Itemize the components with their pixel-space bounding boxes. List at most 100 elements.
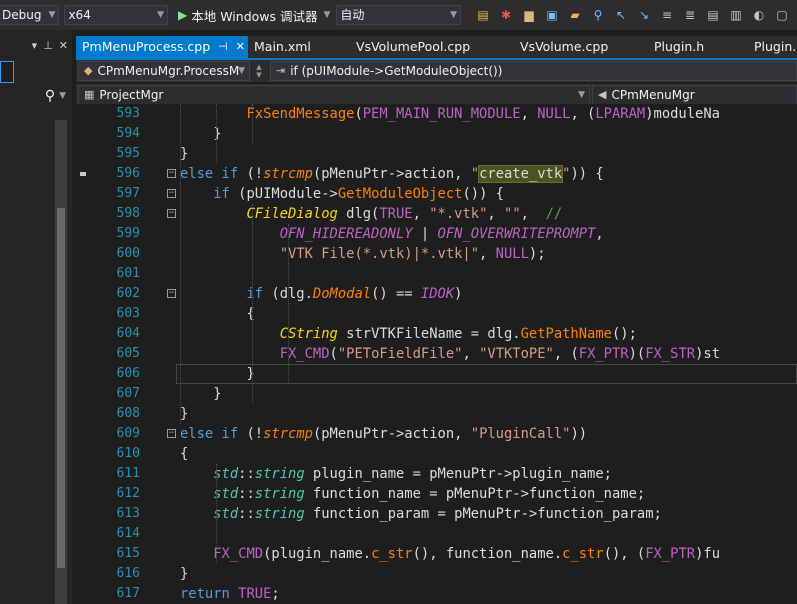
indent-guide [288,224,289,384]
navigate-back-icon[interactable]: ↖ [613,7,629,23]
uncomment-icon[interactable]: ≣ [682,7,698,23]
code-text: } [180,566,189,582]
prev-bookmark-icon[interactable]: ▤ [705,7,721,23]
open-folder-icon[interactable]: ▆ [521,7,537,23]
search-icon[interactable]: ⚲ [590,7,606,23]
chevron-down-icon: ▼ [157,10,164,20]
code-line[interactable]: 612 std::string function_name = pMenuPtr… [76,484,797,504]
next-bookmark-icon[interactable]: ▥ [728,7,744,23]
project-bar: ▦ ProjectMgr ▼ ◀ CPmMenuMgr [76,84,797,106]
save-icon[interactable]: ▣ [544,7,560,23]
code-line[interactable]: 600 "VTK File(*.vtk)|*.vtk|", NULL); [76,244,797,264]
line-number: 616 [116,566,140,581]
chevron-down-icon: ▼ [238,66,245,76]
code-line[interactable]: 595} [76,144,797,164]
fold-toggle-icon[interactable]: − [167,209,176,218]
pane-filter-input[interactable] [0,61,14,83]
code-line[interactable]: 602 − if (dlg.DoModal() == IDOK) [76,284,797,304]
member-dropdown[interactable]: ⇥ if (pUIModule->GetModuleObject()) [270,61,797,81]
line-number: 601 [116,266,140,281]
chevron-down-icon: ▼ [323,10,331,20]
tab-pmmenuprocess-cpp[interactable]: PmMenuProcess.cpp ⊣ ✕ [76,36,248,58]
code-line[interactable]: 596 − else if (!strcmp(pMenuPtr->action, "… [76,164,797,184]
tab-main-xml[interactable]: Main.xml [248,36,350,58]
chevron-up-icon[interactable]: ▲ [256,63,261,71]
run-mode-dropdown[interactable]: 自动 ▼ [336,5,461,25]
find-in-files-icon[interactable]: ▤ [475,7,491,23]
code-line[interactable]: 594 } [76,124,797,144]
code-text: std::string function_param = pMenuPtr->f… [213,506,662,522]
pin-icon[interactable]: ⊥ [43,39,53,52]
pane-scrollbar-thumb[interactable] [57,208,65,568]
play-icon: ▶ [178,8,188,22]
code-line[interactable]: 617 return TRUE; [76,584,797,604]
tab-plugin-cpp[interactable]: Plugin.cpp [748,36,797,58]
close-icon[interactable]: ✕ [59,39,68,52]
start-debugging-label: 本地 Windows 调试器 [191,8,318,24]
code-line[interactable]: 603 { [76,304,797,324]
indent-guide [216,104,217,164]
code-line[interactable]: 593 FxSendMessage(PEM_MAIN_RUN_MODULE, N… [76,104,797,124]
window-icon[interactable]: ▢ [774,7,790,23]
scope-stepper[interactable]: ▲ ▼ [250,61,268,81]
code-line[interactable]: 598 − CFileDialog dlg(TRUE, "*.vtk", "", … [76,204,797,224]
pin-icon[interactable]: ⊣ [218,36,228,58]
dropdown-icon[interactable]: ▾ [32,39,38,52]
project-icon: ▦ [84,88,95,101]
line-number: 611 [116,466,140,481]
scope-arrow-icon: ⇥ [276,64,286,77]
code-line[interactable]: 601 [76,264,797,284]
tab-label: Plugin.h [654,39,705,54]
chevron-down-icon[interactable]: ▼ [256,71,261,79]
search-icon[interactable]: ⚲ [45,88,55,104]
line-number: 612 [116,486,140,501]
project-dropdown[interactable]: ▦ ProjectMgr ▼ [78,85,590,105]
fold-toggle-icon[interactable]: − [167,429,176,438]
navigate-forward-icon[interactable]: ↘ [636,7,652,23]
fold-toggle-icon[interactable]: − [167,289,176,298]
platform-dropdown[interactable]: x64 ▼ [64,5,168,25]
code-line[interactable]: 604 CString strVTKFileName = dlg.GetPath… [76,324,797,344]
code-line[interactable]: 615 FX_CMD(plugin_name.c_str(), function… [76,544,797,564]
settings-icon[interactable]: ◐ [751,7,767,23]
code-editor[interactable]: 593 FxSendMessage(PEM_MAIN_RUN_MODULE, N… [76,104,797,604]
comment-icon[interactable]: ≡ [659,7,675,23]
code-line[interactable]: 599 OFN_HIDEREADONLY | OFN_OVERWRITEPROM… [76,224,797,244]
line-number: 608 [116,406,140,421]
code-line[interactable]: 614 [76,524,797,544]
start-debugging-button[interactable]: ▶ 本地 Windows 调试器 ▼ [174,5,334,25]
code-line[interactable]: 611 std::string plugin_name = pMenuPtr->… [76,464,797,484]
chevron-down-icon: ▼ [48,10,56,20]
code-line[interactable]: 608} [76,404,797,424]
line-number: 615 [116,546,140,561]
code-line[interactable]: 609 − else if (!strcmp(pMenuPtr->action, "… [76,424,797,444]
code-line[interactable]: 605 FX_CMD("PEToFieldFile", "VTKToPE", (… [76,344,797,364]
bookmark-icon[interactable]: ▰ [567,7,583,23]
close-icon[interactable]: ✕ [236,36,245,58]
code-text: FxSendMessage(PEM_MAIN_RUN_MODULE, NULL,… [246,106,720,122]
tab-vsvolumepool-cpp[interactable]: VsVolumePool.cpp [350,36,514,58]
chevron-down-icon[interactable]: ▼ [59,91,66,101]
tab-label: VsVolumePool.cpp [356,39,471,54]
line-number: 599 [116,226,140,241]
code-line[interactable]: 610 { [76,444,797,464]
fold-toggle-icon[interactable]: − [167,169,176,178]
code-line[interactable]: 606 } [76,364,797,384]
scope-dropdown[interactable]: ◆ CPmMenuMgr.ProcessM ▼ [78,61,250,81]
tab-plugin-h[interactable]: Plugin.h [648,36,748,58]
code-text: CString strVTKFileName = dlg.GetPathName… [279,326,637,342]
code-line[interactable]: 616} [76,564,797,584]
line-number: 607 [116,386,140,401]
configuration-dropdown[interactable]: Debug ▼ [0,5,60,25]
tab-vsvolume-cpp[interactable]: VsVolume.cpp [514,36,648,58]
code-line[interactable]: 607 } [76,384,797,404]
line-number: 614 [116,526,140,541]
line-number: 594 [116,126,140,141]
class-dropdown[interactable]: ◀ CPmMenuMgr [592,85,797,105]
code-line[interactable]: 597 − if (pUIModule->GetModuleObject()) { [76,184,797,204]
fold-toggle-icon[interactable]: − [167,189,176,198]
code-text: "VTK File(*.vtk)|*.vtk|", NULL); [279,246,546,262]
code-line[interactable]: 613 std::string function_param = pMenuPt… [76,504,797,524]
build-icon[interactable]: ✱ [498,7,514,23]
code-text: std::string plugin_name = pMenuPtr->plug… [213,466,612,482]
